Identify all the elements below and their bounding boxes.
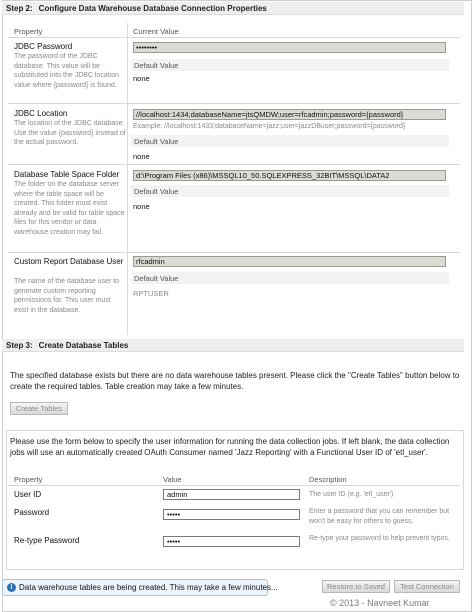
form-description-column-header: Description: [309, 475, 347, 484]
form-property-column-header: Property: [14, 475, 43, 484]
info-icon: i: [7, 583, 16, 592]
step3-title: Create Database Tables: [38, 341, 129, 350]
step3-header: Step 3: Create Database Tables: [2, 339, 464, 352]
default-value-label: Default Value: [131, 185, 449, 197]
default-value-label: Default Value: [131, 59, 449, 71]
password-description: Enter a password that you can remember b…: [309, 508, 450, 525]
default-value-jdbc-password: none: [133, 74, 150, 83]
retype-password-description: Re-type your password to help prevent ty…: [309, 535, 450, 542]
default-value-custom-report-user: RPTUSER: [133, 289, 169, 298]
property-column-header: Property: [14, 27, 43, 36]
step2-header: Step 2: Configure Data Warehouse Database…: [2, 2, 464, 15]
column-divider: [127, 23, 128, 335]
create-tables-button[interactable]: Create Tables: [10, 402, 68, 415]
jdbc-location-field[interactable]: //localhost:1434;databaseName=jtsQMDW;us…: [133, 109, 446, 120]
copyright-watermark: © 2013 - Navneet Kumar: [330, 598, 430, 608]
row-divider: [8, 252, 460, 253]
prop-name-table-space-folder: Database Table Space Folder: [14, 170, 120, 179]
default-value-table-space-folder: none: [133, 202, 150, 211]
user-id-description: The user ID (e.g. 'etl_user'): [309, 491, 394, 498]
restore-to-saved-button[interactable]: Restore to Saved: [322, 580, 390, 593]
row-divider: [8, 164, 460, 165]
retype-password-input[interactable]: •••••: [163, 536, 300, 547]
user-form-intro: Please use the form below to specify the…: [10, 437, 450, 457]
prop-desc-custom-report-user: The name of the database user to generat…: [14, 278, 120, 314]
jdbc-password-field[interactable]: ••••••••: [133, 42, 446, 53]
status-message-bar: i Data warehouse tables are being create…: [2, 579, 278, 596]
jdbc-location-example: Example: //localhost:1433;databaseName=j…: [133, 123, 406, 130]
password-label: Password: [14, 508, 50, 517]
step2-number: Step 2:: [6, 4, 33, 13]
step3-number: Step 3:: [6, 341, 33, 350]
prop-name-jdbc-password: JDBC Password: [14, 42, 73, 51]
step3-message: The specified database exists but there …: [10, 371, 460, 391]
custom-report-user-field[interactable]: rfcadmin: [133, 256, 446, 267]
step2-title: Configure Data Warehouse Database Connec…: [38, 4, 267, 13]
default-value-jdbc-location: none: [133, 152, 150, 161]
password-input[interactable]: •••••: [163, 509, 300, 520]
default-value-label: Default Value: [131, 135, 449, 147]
status-message: Data warehouse tables are being created.…: [19, 583, 278, 592]
user-id-label: User ID: [14, 490, 42, 499]
table-space-folder-field[interactable]: d:\Program Files (x86)\MSSQL10_50.SQLEXP…: [133, 170, 446, 181]
row-divider: [8, 103, 460, 104]
user-id-input[interactable]: admin: [163, 489, 300, 500]
current-value-column-header: Current Value: [133, 27, 179, 36]
prop-desc-table-space-folder: The folder on the database server where …: [14, 181, 125, 236]
prop-name-jdbc-location: JDBC Location: [14, 109, 68, 118]
prop-desc-jdbc-location: The location of the JDBC database. Use t…: [14, 120, 126, 146]
default-value-label: Default Value: [131, 272, 449, 284]
prop-desc-jdbc-password: The password of the JDBC database. This …: [14, 53, 120, 89]
prop-name-custom-report-user: Custom Report Database User: [14, 257, 124, 266]
form-value-column-header: Value: [163, 475, 182, 484]
test-connection-button[interactable]: Test Connection: [394, 580, 460, 593]
form-header-divider: [8, 485, 460, 486]
header-divider: [8, 37, 460, 38]
retype-password-label: Re-type Password: [14, 536, 80, 545]
